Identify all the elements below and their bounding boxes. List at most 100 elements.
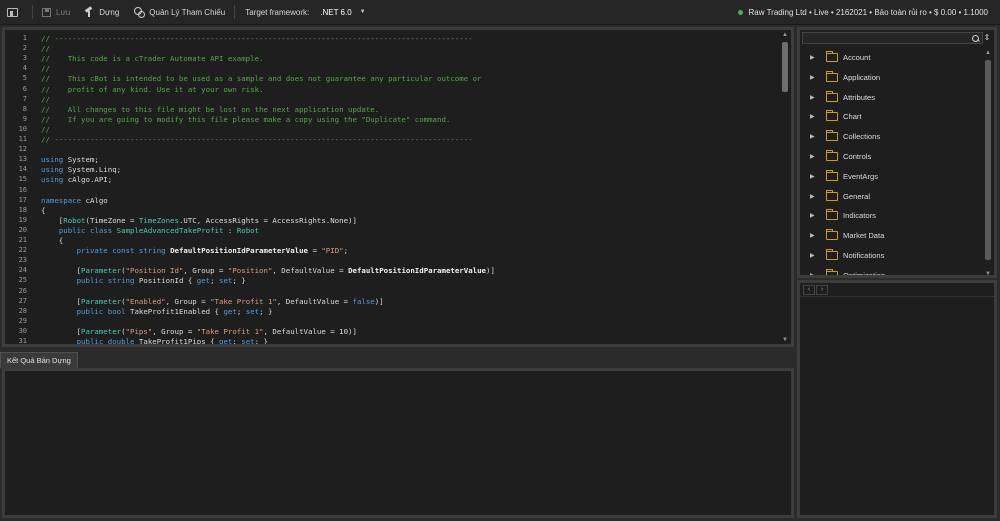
editor-scrollbar[interactable]: ▲ ▼ [781, 32, 789, 344]
line-number: 2 [22, 44, 27, 53]
tree-item-collections[interactable]: ▶ Collections [800, 127, 986, 146]
code-line[interactable]: // This cBot is intended to be used as a… [41, 74, 482, 83]
tree-item-indicators[interactable]: ▶ Indicators [800, 206, 986, 225]
api-search-box[interactable] [802, 32, 983, 44]
code-line[interactable]: public string PositionId { get; set; } [41, 276, 246, 285]
expand-arrow-icon[interactable]: ▶ [810, 74, 816, 81]
code-line[interactable]: // [41, 64, 50, 73]
code-line[interactable]: namespace cAlgo [41, 196, 108, 205]
code-token: // If you are going to modify this file … [41, 114, 451, 124]
back-button[interactable]: ‹ [803, 284, 815, 295]
api-tree-scroll-thumb[interactable] [985, 60, 991, 260]
tree-item-notifications[interactable]: ▶ Notifications [800, 246, 986, 265]
code-line[interactable]: // If you are going to modify this file … [41, 115, 450, 124]
code-token: set [219, 276, 233, 286]
tree-item-attributes[interactable]: ▶ Attributes [800, 88, 986, 107]
scroll-down-icon[interactable]: ▼ [781, 337, 789, 344]
code-token: // [41, 64, 50, 74]
expand-arrow-icon[interactable]: ▶ [810, 54, 816, 61]
code-token: ; [232, 337, 242, 346]
expand-arrow-icon[interactable]: ▶ [810, 232, 816, 239]
code-line[interactable]: using System; [41, 155, 99, 164]
code-token: TimeZones [138, 215, 179, 225]
code-token: { [41, 236, 64, 245]
code-token: set [241, 337, 255, 346]
code-line[interactable]: public class SampleAdvancedTakeProfit : … [41, 226, 259, 235]
tab-build-output[interactable]: Kết Quả Bản Dựng [0, 352, 78, 368]
tree-item-general[interactable]: ▶ General [800, 187, 986, 206]
code-line[interactable]: [Parameter("Position Id", Group = "Posit… [41, 266, 495, 275]
account-status[interactable]: Raw Trading Ltd • Live • 2162021 • Bảo t… [737, 8, 1000, 17]
code-editor[interactable]: 1 2 3 4 5 6 7 8 9 10 11 12 13 14 15 16 17 18 19 20 21 22 23 24 2… [2, 27, 794, 347]
code-line[interactable]: [Parameter("Pips", Group = "Take Profit … [41, 327, 357, 336]
tree-item-optimization[interactable]: ▶ Optimization [800, 266, 986, 275]
code-line[interactable]: public double TakeProfit1Pips { get; set… [41, 337, 268, 346]
code-line[interactable]: // -------------------------------------… [41, 34, 473, 43]
toggle-panel-button[interactable] [0, 0, 30, 25]
expand-arrow-icon[interactable]: ▶ [810, 252, 816, 259]
code-token: using [41, 165, 64, 175]
build-button[interactable]: Dựng [77, 0, 126, 25]
api-detail-nav: ‹ › [800, 283, 994, 297]
scroll-up-icon[interactable]: ▲ [984, 50, 992, 57]
code-line[interactable]: private const string DefaultPositionIdPa… [41, 246, 348, 255]
api-search-input[interactable] [803, 33, 982, 44]
search-icon[interactable] [972, 35, 979, 42]
framework-dropdown[interactable]: .NET 6.0 ▼ [314, 8, 371, 17]
chevron-right-icon: › [820, 285, 824, 293]
code-token: TakeProfit1Pips { [134, 337, 220, 346]
code-token: // All changes to this file might be los… [41, 104, 380, 114]
line-number: 14 [18, 165, 27, 174]
code-token: set [245, 306, 260, 316]
code-line[interactable]: using cAlgo.API; [41, 175, 112, 184]
scroll-up-icon[interactable]: ▲ [781, 32, 789, 39]
code-line[interactable]: // This code is a cTrader Automate API e… [41, 54, 263, 63]
expand-arrow-icon[interactable]: ▶ [810, 173, 816, 180]
line-number: 31 [18, 337, 27, 345]
manage-references-button[interactable]: Quản Lý Tham Chiếu [126, 0, 232, 25]
code-line[interactable]: { [41, 236, 63, 245]
code-token: )] [486, 266, 495, 276]
expand-arrow-icon[interactable]: ▶ [810, 212, 816, 219]
tree-item-label: Application [843, 72, 881, 82]
tree-item-chart[interactable]: ▶ Chart [800, 107, 986, 126]
chevron-down-icon: ▼ [359, 9, 366, 15]
expand-arrow-icon[interactable]: ▶ [810, 133, 816, 140]
code-token: [ [41, 326, 82, 336]
expand-arrow-icon[interactable]: ▶ [810, 272, 816, 275]
collapse-all-button[interactable]: ⇕ [982, 32, 992, 44]
save-icon [42, 7, 51, 17]
api-tree-scrollbar[interactable]: ▲ ▼ [984, 50, 992, 275]
code-line[interactable]: // All changes to this file might be los… [41, 105, 379, 114]
code-token: ; } [259, 306, 273, 316]
tree-item-application[interactable]: ▶ Application [800, 68, 986, 87]
tree-item-eventargs[interactable]: ▶ EventArgs [800, 167, 986, 186]
line-number: 10 [18, 124, 27, 133]
tree-item-label: Collections [843, 132, 881, 142]
code-line[interactable]: public bool TakeProfit1Enabled { get; se… [41, 306, 273, 316]
expand-arrow-icon[interactable]: ▶ [810, 113, 816, 120]
code-line[interactable]: using System.Linq; [41, 165, 121, 174]
expand-arrow-icon[interactable]: ▶ [810, 153, 816, 160]
scroll-down-icon[interactable]: ▼ [984, 271, 992, 275]
line-number: 29 [18, 316, 27, 325]
folder-icon [826, 90, 838, 102]
expand-arrow-icon[interactable]: ▶ [810, 94, 816, 101]
forward-button[interactable]: › [816, 284, 828, 295]
code-line[interactable]: { [41, 206, 45, 215]
code-line[interactable]: // [41, 125, 50, 134]
editor-scroll-thumb[interactable] [782, 42, 788, 92]
save-button[interactable]: Lưu [35, 0, 77, 25]
tree-item-account[interactable]: ▶ Account [800, 48, 986, 67]
framework-value: .NET 6.0 [320, 7, 352, 17]
line-number: 4 [22, 64, 27, 73]
code-line[interactable]: // profit of any kind. Use it at your ow… [41, 85, 263, 94]
tree-item-controls[interactable]: ▶ Controls [800, 147, 986, 166]
code-line[interactable]: // -------------------------------------… [41, 135, 473, 144]
code-line[interactable]: [Parameter("Enabled", Group = "Take Prof… [41, 297, 384, 306]
code-line[interactable]: // [41, 95, 50, 104]
expand-arrow-icon[interactable]: ▶ [810, 193, 816, 200]
code-line[interactable]: [Robot(TimeZone = TimeZones.UTC, AccessR… [41, 216, 357, 225]
tree-item-market-data[interactable]: ▶ Market Data [800, 226, 986, 245]
code-line[interactable]: // [41, 44, 50, 53]
